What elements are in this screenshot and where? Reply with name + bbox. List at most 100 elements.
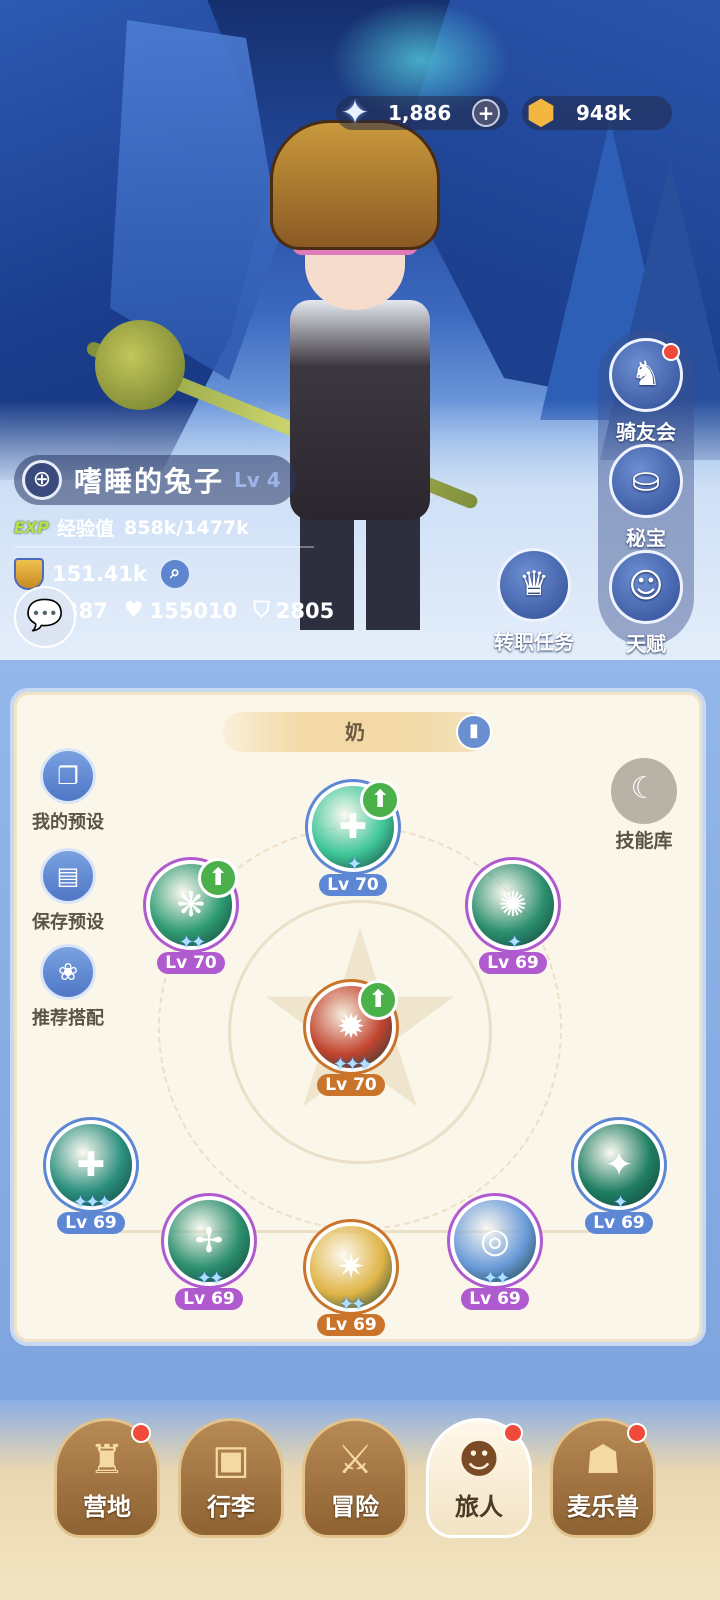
skill-stars: ✦✦ <box>338 1294 366 1315</box>
nav-traveler[interactable]: ☻ 旅人 <box>426 1418 532 1538</box>
exp-tag: EXP <box>14 518 49 537</box>
notification-dot <box>627 1423 647 1443</box>
inspect-button[interactable]: ⌕ <box>159 558 192 590</box>
side-btn-club-label: 骑友会 <box>616 420 676 444</box>
recommend-icon: ❀ <box>40 944 96 1000</box>
gold-amount: 948k <box>576 101 632 125</box>
backpack-icon: ▣ <box>212 1437 250 1483</box>
stat-def-value: 2805 <box>275 598 335 623</box>
skill-level: Lv 69 <box>317 1314 385 1336</box>
save-preset-label: 保存预设 <box>32 912 104 933</box>
skill-slot-chain-1[interactable]: ✚ ✦✦✦ Lv 69 <box>46 1124 136 1234</box>
heart-icon: ♥ <box>123 598 144 623</box>
skill-level: Lv 69 <box>461 1288 529 1310</box>
skill-slot-chain-3[interactable]: ✷ ✦✦ Lv 69 <box>306 1226 396 1336</box>
shield-icon: ⛉ <box>253 598 270 623</box>
my-preset-button[interactable]: ❐ 我的预设 <box>18 748 118 834</box>
skill-stars: ✦ <box>612 1192 628 1213</box>
notification-dot <box>131 1423 151 1443</box>
exp-value: 858k/1477k <box>124 516 249 539</box>
gold-coin-icon: ⬢ <box>526 93 556 133</box>
skill-level: Lv 70 <box>319 874 387 896</box>
skill-slot-ultimate[interactable]: ✹ ⬆ ✦✦✦ Lv 70 <box>306 980 398 1096</box>
talent-head-icon: ☺ <box>609 550 683 624</box>
notification-dot <box>662 343 680 361</box>
nav-traveler-label: 旅人 <box>455 1493 503 1521</box>
animal-hood <box>270 120 440 250</box>
skill-stars: ✦✦✦ <box>332 1054 372 1075</box>
nav-camp[interactable]: ♜ 营地 <box>54 1418 160 1538</box>
skill-set-title: 奶 <box>222 712 488 752</box>
stat-hp: ♥ 155010 <box>124 598 237 623</box>
combat-power-value: 151.41k <box>52 562 148 586</box>
skill-stars: ✦✦✦ <box>72 1192 112 1213</box>
skill-stars: ✦ <box>506 932 522 953</box>
horse-icon: ♞ <box>609 338 683 412</box>
chat-bubble-icon: 💬 <box>26 598 64 633</box>
skill-slot-chain-5[interactable]: ✦ ✦ Lv 69 <box>574 1124 664 1234</box>
nav-adventure[interactable]: ⚔ 冒险 <box>302 1418 408 1538</box>
character-body <box>290 300 430 520</box>
nav-pet-label: 麦乐兽 <box>567 1493 639 1521</box>
skill-stars: ✦✦ <box>482 1268 510 1289</box>
crown-icon: ♛ <box>497 548 571 622</box>
skill-stars: ✦✦ <box>196 1268 224 1289</box>
skill-library-button[interactable]: ☾ 技能库 <box>600 758 688 853</box>
player-level: Lv 4 <box>234 468 281 492</box>
player-name-bar[interactable]: ⊕ 嗜睡的兔子 Lv 4 <box>14 455 296 505</box>
recommend-label: 推荐搭配 <box>32 1008 104 1029</box>
job-quest-label: 转职任务 <box>494 630 574 654</box>
gold-currency: ⬢ 948k <box>522 93 672 133</box>
my-preset-label: 我的预设 <box>32 812 104 833</box>
preset-card-icon: ❐ <box>40 748 96 804</box>
stat-defense: ⛉ 2805 <box>253 598 334 623</box>
star-amount: 1,886 <box>388 101 452 125</box>
job-quest-button[interactable]: ♛ 转职任务 <box>484 548 584 655</box>
skill-level: Lv 69 <box>479 952 547 974</box>
exp-divider <box>14 546 314 548</box>
skill-level: Lv 69 <box>175 1288 243 1310</box>
skill-library-label: 技能库 <box>615 830 673 852</box>
skill-level: Lv 70 <box>157 952 225 974</box>
combat-power-row: 151.41k ⌕ <box>14 558 192 590</box>
star-currency: ✦ 1,886 + <box>336 93 508 133</box>
side-btn-treasure[interactable]: ⛀ 秘宝 <box>596 444 696 551</box>
skill-slot-left[interactable]: ❋ ⬆ ✦✦ Lv 70 <box>146 858 238 974</box>
nav-luggage[interactable]: ▣ 行李 <box>178 1418 284 1538</box>
crossed-swords-icon: ⚔ <box>337 1437 373 1483</box>
side-btn-talent[interactable]: ☺ 天赋 <box>596 550 696 657</box>
chat-button[interactable]: 💬 <box>14 586 76 648</box>
nav-camp-label: 营地 <box>83 1493 131 1521</box>
upgrade-arrow-icon[interactable]: ⬆ <box>358 980 398 1020</box>
skill-level: Lv 69 <box>585 1212 653 1234</box>
side-btn-treasure-label: 秘宝 <box>626 526 666 550</box>
skill-slot-chain-4[interactable]: ◎ ✦✦ Lv 69 <box>450 1200 540 1310</box>
star-crystal-icon: ✦ <box>340 93 370 133</box>
skill-stars: ✦✦ <box>178 932 206 953</box>
save-preset-button[interactable]: ▤ 保存预设 <box>18 848 118 934</box>
exp-row: EXP 经验值 858k/1477k <box>14 514 249 541</box>
side-btn-club[interactable]: ♞ 骑友会 <box>596 338 696 445</box>
book-icon: ▮ <box>469 720 479 741</box>
notification-dot <box>503 1423 523 1443</box>
staff-head <box>95 320 185 410</box>
class-icon: ⊕ <box>22 460 62 500</box>
moon-icon: ☾ <box>611 758 677 824</box>
recommend-button[interactable]: ❀ 推荐搭配 <box>18 944 118 1030</box>
skill-slot-top[interactable]: ✚ ⬆ ✦ Lv 70 <box>308 780 400 896</box>
skill-stars: ✦ <box>346 854 362 875</box>
nav-adventure-label: 冒险 <box>331 1493 379 1521</box>
skill-slot-chain-2[interactable]: ✢ ✦✦ Lv 69 <box>164 1200 254 1310</box>
stat-hp-value: 155010 <box>149 598 238 623</box>
save-icon: ▤ <box>40 848 96 904</box>
skill-slot-right[interactable]: ✺ ✦ Lv 69 <box>468 864 558 974</box>
add-currency-button[interactable]: + <box>472 99 500 127</box>
skill-level: Lv 69 <box>57 1212 125 1234</box>
combat-power-shield-icon <box>14 558 44 590</box>
upgrade-arrow-icon[interactable]: ⬆ <box>360 780 400 820</box>
side-btn-talent-label: 天赋 <box>626 632 666 656</box>
nav-pet[interactable]: ☗ 麦乐兽 <box>550 1418 656 1538</box>
upgrade-arrow-icon[interactable]: ⬆ <box>198 858 238 898</box>
skill-level: Lv 70 <box>317 1074 385 1096</box>
skill-book-button[interactable]: ▮ <box>456 714 492 750</box>
